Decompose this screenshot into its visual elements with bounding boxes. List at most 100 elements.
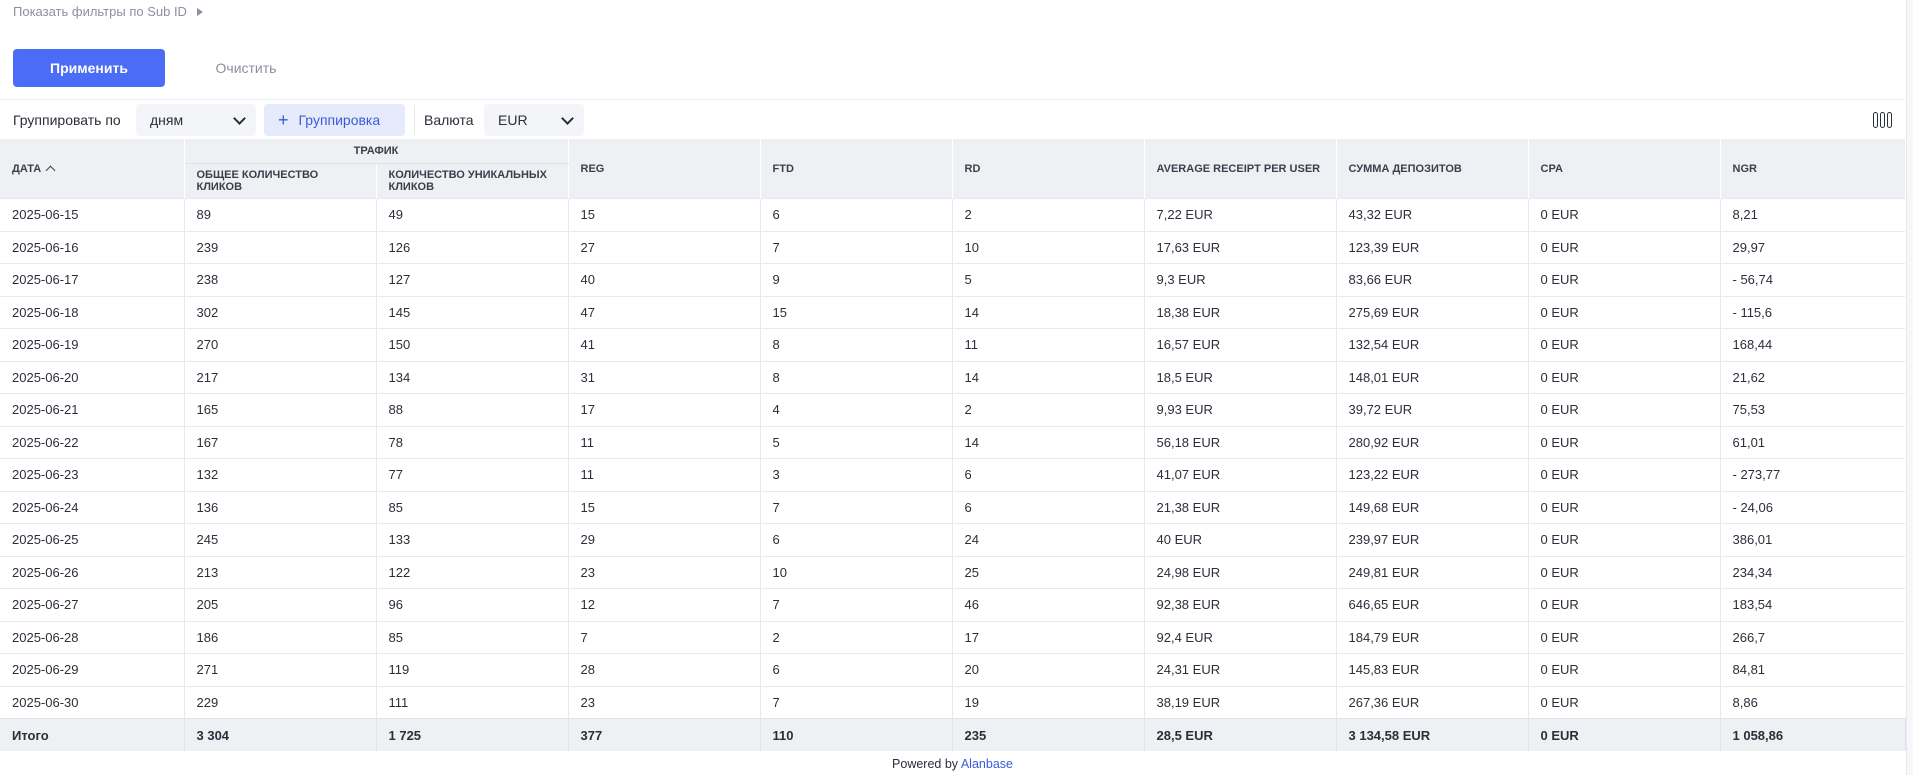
table-cell: 46: [952, 588, 1145, 621]
table-cell: 23: [568, 555, 761, 589]
table-cell: 92,4 EUR: [1144, 620, 1337, 654]
table-cell: 83,66 EUR: [1336, 263, 1529, 296]
table-cell: 111: [376, 685, 569, 719]
report-toolbar: Группировать по дням + Группировка Валют…: [0, 103, 1905, 139]
table-row: 2025-06-16 239 126 27 7 10 17,63 EUR 123,39 EUR…: [0, 230, 1905, 264]
table-cell: 184,79 EUR: [1336, 620, 1529, 654]
stats-table: Дата Трафик REG FTD RD Average receipt p…: [0, 139, 1906, 751]
group-by-label: Группировать по: [13, 112, 121, 128]
add-grouping-button[interactable]: + Группировка: [264, 104, 405, 136]
table-cell: 0 EUR: [1528, 263, 1721, 296]
column-header-total-clicks[interactable]: Общее количество кликов: [184, 163, 377, 199]
column-header-rd[interactable]: RD: [952, 139, 1145, 199]
currency-label: Валюта: [424, 112, 474, 128]
table-cell: 18,5 EUR: [1144, 360, 1337, 394]
sort-ascending-icon: [45, 165, 56, 175]
table-cell: 24,98 EUR: [1144, 555, 1337, 589]
caret-right-icon: [196, 7, 203, 16]
column-header-ftd[interactable]: FTD: [760, 139, 953, 199]
table-cell: 39,72 EUR: [1336, 393, 1529, 426]
table-cell: 0 EUR: [1528, 458, 1721, 491]
table-cell: 2025-06-30: [0, 685, 185, 719]
table-cell: 8: [760, 328, 953, 361]
totals-cell: 28,5 EUR: [1144, 718, 1337, 751]
apply-button[interactable]: Применить: [13, 49, 165, 87]
totals-cell: 0 EUR: [1528, 718, 1721, 751]
table-cell: 2025-06-20: [0, 360, 185, 394]
currency-select[interactable]: EUR: [484, 104, 584, 136]
table-cell: 7: [760, 490, 953, 524]
table-cell: 7: [760, 588, 953, 621]
table-cell: - 273,77: [1720, 458, 1905, 491]
table-cell: 126: [376, 230, 569, 264]
table-cell: 145,83 EUR: [1336, 653, 1529, 686]
table-cell: 0 EUR: [1528, 523, 1721, 556]
table-cell: 84,81: [1720, 653, 1905, 686]
table-cell: 7,22 EUR: [1144, 198, 1337, 231]
table-cell: 40 EUR: [1144, 523, 1337, 556]
table-cell: 47: [568, 295, 761, 329]
table-cell: 0 EUR: [1528, 685, 1721, 719]
table-cell: 238: [184, 263, 377, 296]
brand-link[interactable]: Alanbase: [961, 757, 1013, 771]
subid-filters-toggle[interactable]: Показать фильтры по Sub ID: [13, 4, 203, 19]
table-cell: 167: [184, 425, 377, 459]
powered-by: Powered by Alanbase: [0, 757, 1905, 771]
table-cell: 28: [568, 653, 761, 686]
table-cell: 132,54 EUR: [1336, 328, 1529, 361]
table-cell: 148,01 EUR: [1336, 360, 1529, 394]
table-cell: 150: [376, 328, 569, 361]
table-row: 2025-06-21 165 88 17 4 2 9,93 EUR 39,72 EUR 0 EU…: [0, 393, 1905, 426]
clear-button[interactable]: Очистить: [186, 49, 306, 87]
table-cell: 646,65 EUR: [1336, 588, 1529, 621]
table-row: 2025-06-15 89 49 15 6 2 7,22 EUR 43,32 EUR 0 EUR…: [0, 198, 1905, 231]
column-group-traffic: Трафик: [184, 139, 569, 164]
table-cell: 24,31 EUR: [1144, 653, 1337, 686]
table-row: 2025-06-17 238 127 40 9 5 9,3 EUR 83,66 EUR 0 EU…: [0, 263, 1905, 296]
chevron-down-icon: [561, 112, 574, 125]
table-cell: 25: [952, 555, 1145, 589]
totals-cell: 3 304: [184, 718, 377, 751]
table-cell: 186: [184, 620, 377, 654]
table-cell: 302: [184, 295, 377, 329]
page-scrollbar[interactable]: [1906, 0, 1913, 775]
table-cell: 249,81 EUR: [1336, 555, 1529, 589]
table-cell: - 24,06: [1720, 490, 1905, 524]
table-cell: 2025-06-27: [0, 588, 185, 621]
table-cell: 49: [376, 198, 569, 231]
table-cell: 31: [568, 360, 761, 394]
table-cell: 136: [184, 490, 377, 524]
table-cell: 78: [376, 425, 569, 459]
table-cell: 119: [376, 653, 569, 686]
table-cell: 7: [760, 685, 953, 719]
group-by-select[interactable]: дням: [136, 104, 256, 136]
table-cell: 29,97: [1720, 230, 1905, 264]
table-cell: 2025-06-29: [0, 653, 185, 686]
table-cell: 19: [952, 685, 1145, 719]
column-header-cpa[interactable]: CPA: [1528, 139, 1721, 199]
column-header-unique-clicks[interactable]: Количество уникальных кликов: [376, 163, 569, 199]
table-cell: 17: [568, 393, 761, 426]
chevron-down-icon: [233, 112, 246, 125]
table-cell: 0 EUR: [1528, 620, 1721, 654]
table-cell: 0 EUR: [1528, 490, 1721, 524]
table-cell: 0 EUR: [1528, 425, 1721, 459]
table-cell: 3: [760, 458, 953, 491]
table-cell: 239,97 EUR: [1336, 523, 1529, 556]
column-header-avg-receipt[interactable]: Average receipt per user: [1144, 139, 1337, 199]
totals-cell: 1 725: [376, 718, 569, 751]
table-cell: 267,36 EUR: [1336, 685, 1529, 719]
table-cell: 2: [952, 198, 1145, 231]
table-cell: 75,53: [1720, 393, 1905, 426]
table-cell: 9: [760, 263, 953, 296]
columns-icon[interactable]: [1873, 112, 1895, 130]
table-cell: 165: [184, 393, 377, 426]
column-header-date[interactable]: Дата: [0, 139, 185, 199]
table-cell: 6: [952, 490, 1145, 524]
column-header-deposits-sum[interactable]: Сумма депозитов: [1336, 139, 1529, 199]
column-header-ngr[interactable]: NGR: [1720, 139, 1906, 199]
table-cell: 8,21: [1720, 198, 1905, 231]
table-cell: 8,86: [1720, 685, 1905, 719]
table-row: 2025-06-26 213 122 23 10 25 24,98 EUR 249,81 EU…: [0, 555, 1905, 589]
column-header-reg[interactable]: REG: [568, 139, 761, 199]
